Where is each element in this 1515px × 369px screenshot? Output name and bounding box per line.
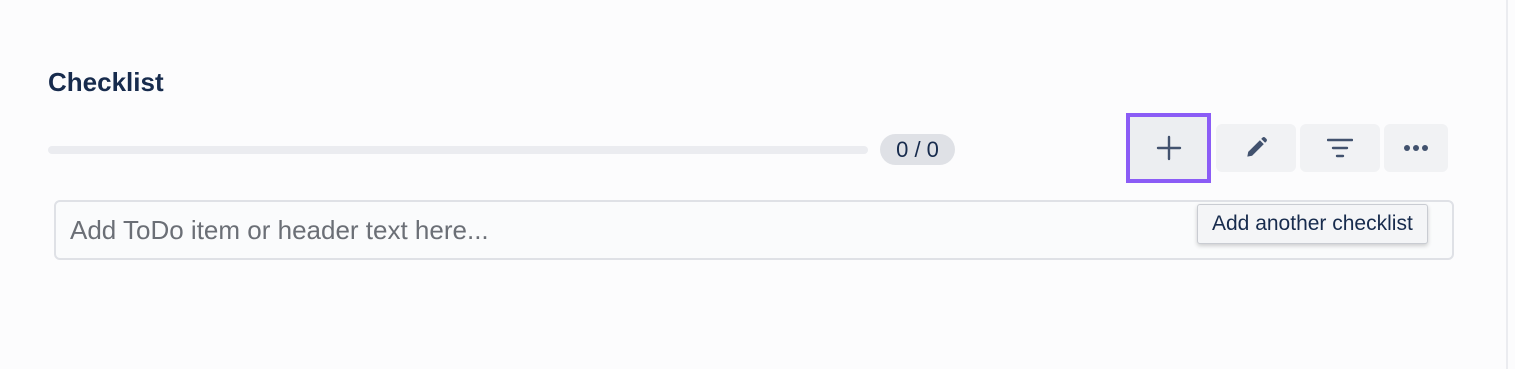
- filter-checklist-button[interactable]: [1300, 124, 1380, 172]
- plus-icon: [1156, 135, 1182, 161]
- add-checklist-tooltip: Add another checklist: [1197, 204, 1428, 244]
- filter-icon: [1327, 137, 1353, 159]
- add-checklist-button[interactable]: [1126, 113, 1211, 183]
- pencil-icon: [1243, 135, 1269, 161]
- ellipsis-icon: [1403, 144, 1429, 152]
- edit-checklist-button[interactable]: [1216, 124, 1296, 172]
- checklist-progress-count: 0 / 0: [880, 134, 955, 165]
- panel-divider: [1506, 0, 1508, 369]
- checklist-progress-bar: [48, 146, 868, 154]
- more-options-button[interactable]: [1384, 124, 1448, 172]
- checklist-title: Checklist: [48, 67, 164, 97]
- checklist-panel: Checklist 0 / 0 Add ToDo item or header …: [0, 0, 1515, 369]
